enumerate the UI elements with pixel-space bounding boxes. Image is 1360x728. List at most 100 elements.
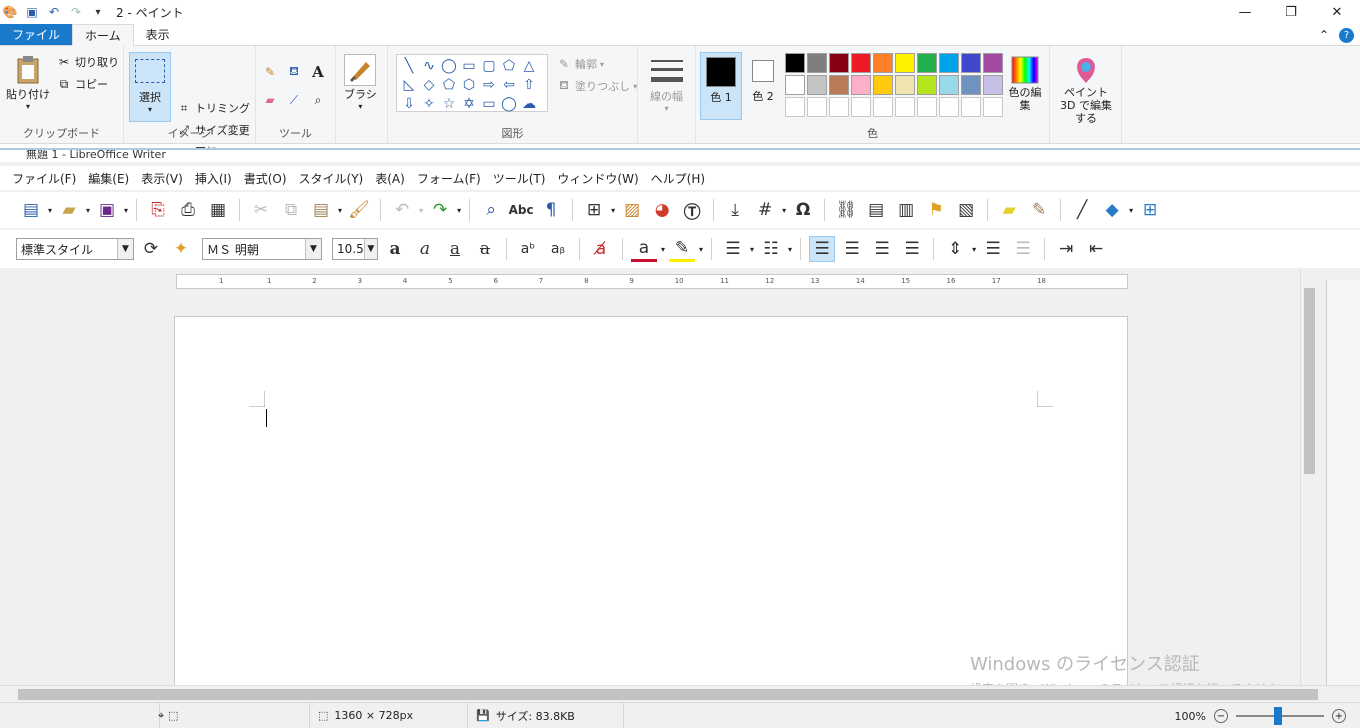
- up-arrow-shape-icon[interactable]: ⇧: [519, 75, 539, 94]
- tab-file[interactable]: ファイル: [0, 24, 73, 45]
- zoom-out-icon[interactable]: −: [1214, 709, 1228, 723]
- color1-button[interactable]: 色 1: [700, 52, 742, 120]
- palette-swatch[interactable]: [983, 53, 1003, 73]
- rectangle-shape-icon[interactable]: ▭: [459, 56, 479, 75]
- edit-colors-button[interactable]: 色の編集: [1006, 54, 1044, 112]
- polygon-shape-icon[interactable]: ⬠: [499, 56, 519, 75]
- paint-app-icon[interactable]: 🎨: [2, 4, 18, 20]
- palette-swatch[interactable]: [807, 53, 827, 73]
- canvas-writer-screenshot[interactable]: 無題 1 - LibreOffice Writer ファイル(F) 編集(E) 表示…: [0, 148, 1360, 687]
- palette-custom-swatch[interactable]: [917, 97, 937, 117]
- pencil-button[interactable]: ✎: [262, 64, 278, 80]
- zoom-slider[interactable]: [1236, 707, 1324, 725]
- color-picker-button[interactable]: ⟋: [286, 92, 302, 108]
- palette-swatch[interactable]: [873, 53, 893, 73]
- right-arrow-shape-icon[interactable]: ⇨: [479, 75, 499, 94]
- palette-swatch[interactable]: [873, 75, 893, 95]
- palette-custom-swatch[interactable]: [895, 97, 915, 117]
- line-width-button[interactable]: 線の幅 ▾: [650, 56, 683, 113]
- left-arrow-shape-icon[interactable]: ⇦: [499, 75, 519, 94]
- palette-swatch[interactable]: [917, 75, 937, 95]
- right-triangle-shape-icon[interactable]: ◺: [399, 75, 419, 94]
- help-icon[interactable]: ?: [1339, 27, 1354, 43]
- outline-button[interactable]: ✎ 輪郭 ▾: [556, 56, 604, 72]
- palette-custom-swatch[interactable]: [851, 97, 871, 117]
- tab-home[interactable]: ホーム: [72, 24, 134, 46]
- rounded-rectangle-shape-icon[interactable]: ▢: [479, 56, 499, 75]
- palette-swatch[interactable]: [851, 75, 871, 95]
- hexagon-shape-icon[interactable]: ⬡: [459, 75, 479, 94]
- selection-size-cell: ⬚: [160, 702, 310, 728]
- select-button[interactable]: 選択 ▾: [129, 52, 171, 122]
- down-arrow-shape-icon[interactable]: ⇩: [399, 94, 419, 113]
- palette-custom-swatch[interactable]: [939, 97, 959, 117]
- writer-formatting-toolbar: 標準スタイル ▼ ⟳ ✦ ＭＳ 明朝 ▼ 10.5 ▼ a a a a aᵇ a…: [0, 230, 1360, 268]
- text-button[interactable]: A: [310, 63, 326, 81]
- redo-icon[interactable]: ↷: [68, 4, 84, 20]
- magnifier-button[interactable]: ⌕: [310, 92, 326, 108]
- close-button[interactable]: ✕: [1314, 0, 1360, 24]
- zoom-slider-knob[interactable]: [1274, 707, 1282, 725]
- palette-swatch[interactable]: [939, 75, 959, 95]
- palette-swatch[interactable]: [961, 53, 981, 73]
- crop-button[interactable]: ⌗ トリミング: [176, 100, 250, 116]
- palette-swatch[interactable]: [785, 75, 805, 95]
- palette-swatch[interactable]: [895, 53, 915, 73]
- tab-view[interactable]: 表示: [134, 24, 182, 45]
- paint3d-button[interactable]: ペイント 3D で編集する: [1056, 54, 1116, 125]
- zoom-in-icon[interactable]: +: [1332, 709, 1346, 723]
- copy-button[interactable]: ⧉ コピー: [56, 76, 108, 92]
- special-character-icon: Ω: [795, 200, 811, 220]
- line-shape-icon[interactable]: ╲: [399, 56, 419, 75]
- writer-menu-item: 表示(V): [141, 171, 183, 186]
- palette-swatch[interactable]: [983, 75, 1003, 95]
- paste-button[interactable]: 貼り付け ▾: [6, 54, 50, 111]
- palette-custom-swatch[interactable]: [961, 97, 981, 117]
- pentagon-shape-icon[interactable]: ⬠: [439, 75, 459, 94]
- diamond-shape-icon[interactable]: ◇: [419, 75, 439, 94]
- palette-swatch[interactable]: [829, 53, 849, 73]
- palette-swatch[interactable]: [807, 75, 827, 95]
- minimize-button[interactable]: —: [1222, 0, 1268, 24]
- palette-custom-swatch[interactable]: [873, 97, 893, 117]
- maximize-button[interactable]: ❐: [1268, 0, 1314, 24]
- palette-custom-swatch[interactable]: [983, 97, 1003, 117]
- chevron-up-icon[interactable]: ⌃: [1319, 28, 1329, 42]
- scrollbar-thumb[interactable]: [18, 689, 1318, 700]
- palette-custom-swatch[interactable]: [807, 97, 827, 117]
- subscript-icon: aᵦ: [550, 241, 566, 257]
- eraser-button[interactable]: ▰: [262, 92, 278, 108]
- triangle-shape-icon[interactable]: △: [519, 56, 539, 75]
- colors-group-label: 色: [867, 127, 878, 140]
- text-icon: A: [312, 63, 324, 81]
- oval-shape-icon[interactable]: ◯: [439, 56, 459, 75]
- palette-custom-swatch[interactable]: [829, 97, 849, 117]
- palette-swatch[interactable]: [917, 53, 937, 73]
- five-point-star-shape-icon[interactable]: ☆: [439, 94, 459, 113]
- document-page: [174, 316, 1128, 687]
- customize-qa-icon[interactable]: ▾: [90, 4, 106, 20]
- six-point-star-shape-icon[interactable]: ✡: [459, 94, 479, 113]
- resize-button[interactable]: ⤢ サイズ変更: [176, 122, 249, 138]
- curve-shape-icon[interactable]: ∿: [419, 56, 439, 75]
- cut-button[interactable]: ✂ 切り取り: [56, 54, 119, 70]
- four-point-star-shape-icon[interactable]: ✧: [419, 94, 439, 113]
- palette-swatch[interactable]: [785, 53, 805, 73]
- palette-swatch[interactable]: [961, 75, 981, 95]
- palette-custom-swatch[interactable]: [785, 97, 805, 117]
- palette-swatch[interactable]: [939, 53, 959, 73]
- callout-rect-shape-icon[interactable]: ▭: [479, 94, 499, 113]
- callout-oval-shape-icon[interactable]: ◯: [499, 94, 519, 113]
- undo-icon[interactable]: ↶: [46, 4, 62, 20]
- fill-button[interactable]: ⛾: [286, 64, 302, 80]
- canvas-horizontal-scrollbar[interactable]: [0, 685, 1360, 702]
- callout-cloud-shape-icon[interactable]: ☁: [519, 94, 539, 113]
- palette-swatch[interactable]: [829, 75, 849, 95]
- brush-button[interactable]: ブラシ ▾: [344, 54, 377, 111]
- palette-swatch[interactable]: [895, 75, 915, 95]
- palette-swatch[interactable]: [851, 53, 871, 73]
- font-name-value: ＭＳ 明朝: [207, 242, 259, 257]
- fill-style-button[interactable]: ⛾ 塗りつぶし ▾: [556, 78, 637, 94]
- save-icon[interactable]: ▣: [24, 4, 40, 20]
- color2-button[interactable]: 色 2: [744, 52, 782, 120]
